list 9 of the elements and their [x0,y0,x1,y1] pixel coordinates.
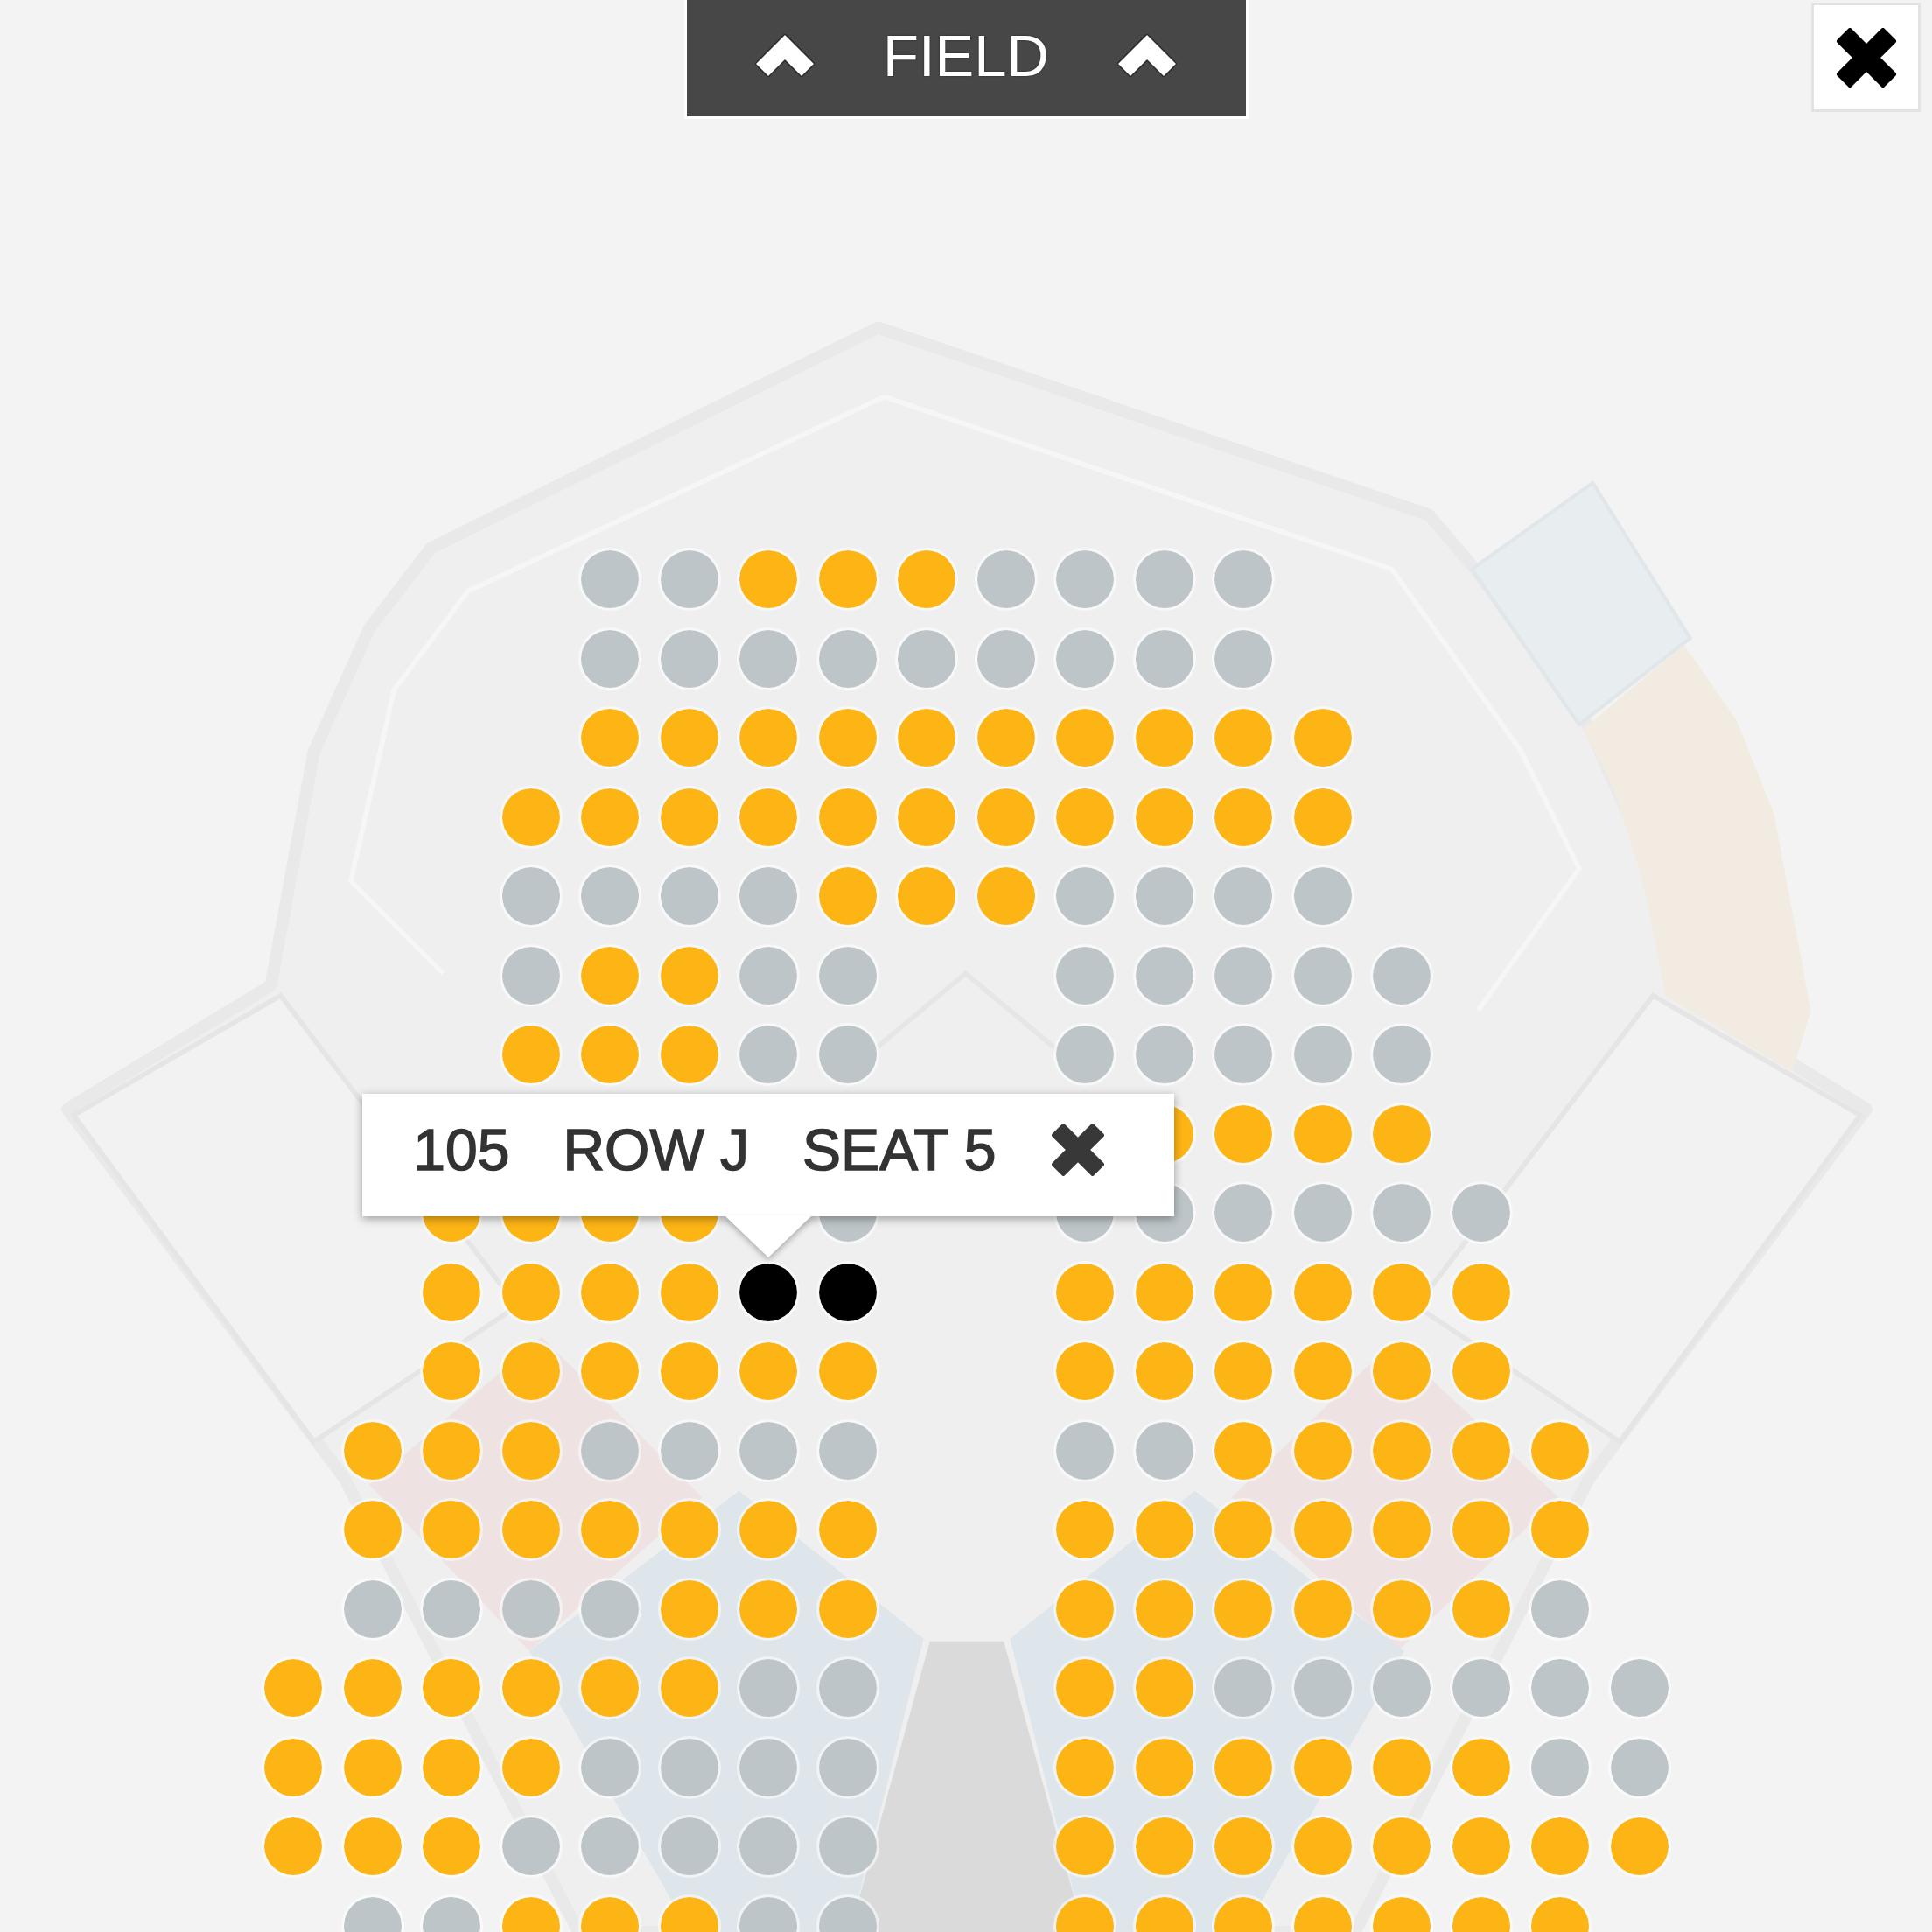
chevron-up-icon [755,34,816,77]
chevron-up-icon [1116,34,1177,77]
section-label: 105 [413,1120,510,1179]
close-icon[interactable] [1052,1123,1105,1176]
seat-label: SEAT 5 [802,1120,997,1179]
close-button[interactable] [1811,3,1921,112]
row-label: ROW J [563,1120,749,1179]
close-icon [1835,27,1897,88]
field-label: FIELD [883,26,1049,85]
